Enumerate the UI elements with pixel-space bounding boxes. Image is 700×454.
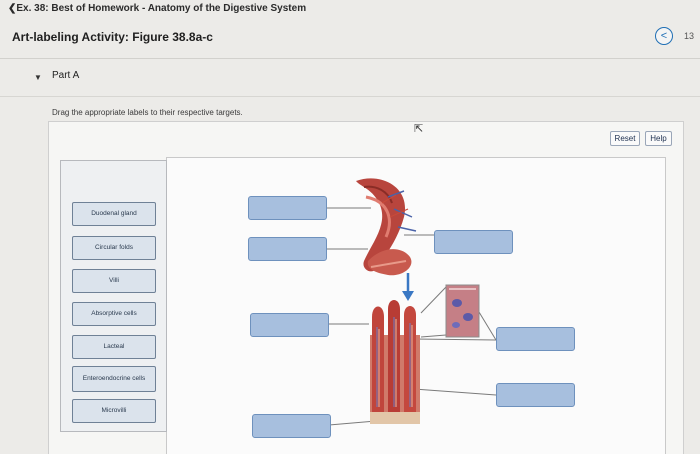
collapse-caret-icon[interactable]: ▼ — [34, 73, 42, 82]
label-duodenal-gland[interactable]: Duodenal gland — [72, 202, 156, 226]
label-absorptive-cells[interactable]: Absorptive cells — [72, 302, 156, 326]
drop-target[interactable] — [250, 313, 329, 337]
page-title: Art-labeling Activity: Figure 38.8a-c — [12, 30, 213, 44]
intestine-coil-illustration — [356, 178, 417, 276]
item-counter: 13 — [684, 31, 695, 41]
instructions-text: Drag the appropriate labels to their res… — [52, 108, 243, 117]
previous-item-button[interactable]: < — [655, 27, 673, 45]
drop-target[interactable] — [252, 414, 331, 438]
small-intestine-diagram — [326, 178, 497, 426]
help-button[interactable]: Help — [645, 131, 672, 146]
drop-target[interactable] — [248, 196, 327, 220]
drop-target[interactable] — [248, 237, 327, 261]
drop-target[interactable] — [496, 383, 575, 407]
header-divider — [0, 58, 700, 59]
zoom-arrow-icon — [402, 273, 414, 301]
villi-illustration — [370, 300, 420, 424]
drop-target[interactable] — [434, 230, 513, 254]
reset-button[interactable]: Reset — [610, 131, 640, 146]
label-lacteal[interactable]: Lacteal — [72, 335, 156, 359]
breadcrumb[interactable]: ❮Ex. 38: Best of Homework - Anatomy of t… — [8, 3, 306, 14]
mouse-cursor-icon: ⇱ — [414, 123, 424, 135]
label-villi[interactable]: Villi — [72, 269, 156, 293]
part-divider — [0, 96, 700, 97]
epithelium-inset-illustration — [445, 284, 480, 338]
label-circular-folds[interactable]: Circular folds — [72, 236, 156, 260]
drop-target[interactable] — [496, 327, 575, 351]
label-enteroendocrine-cells[interactable]: Enteroendocrine cells — [72, 366, 156, 392]
label-microvilli[interactable]: Microvilli — [72, 399, 156, 423]
part-a-toggle[interactable]: Part A — [52, 70, 79, 81]
